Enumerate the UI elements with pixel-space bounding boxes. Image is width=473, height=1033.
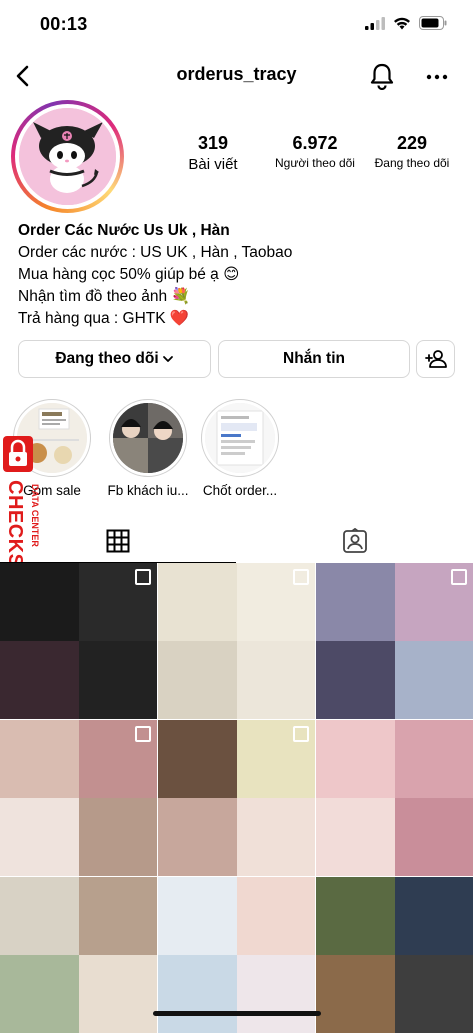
status-bar: 00:13: [0, 0, 473, 50]
post-collage-tile: [79, 641, 158, 719]
post-thumbnail[interactable]: [0, 563, 157, 719]
post-collage-tile: [237, 877, 316, 955]
post-collage-tile: [158, 798, 237, 876]
following-button-label: Đang theo dõi: [55, 350, 158, 368]
post-collage-tile: [237, 641, 316, 719]
post-collage-tile: [316, 641, 395, 719]
post-collage-tile: [158, 720, 237, 798]
multiple-photos-icon: [451, 569, 467, 585]
status-time: 00:13: [40, 14, 88, 35]
post-collage-tile: [0, 798, 79, 876]
multiple-photos-icon: [135, 726, 151, 742]
post-collage-tile: [395, 798, 473, 876]
post-collage-tile: [316, 955, 395, 1033]
stat-followers[interactable]: 6.972 Người theo dõi: [266, 133, 364, 173]
post-collage-tile: [158, 641, 237, 719]
post-thumbnail[interactable]: [316, 563, 473, 719]
cellular-signal-icon: [365, 17, 385, 30]
post-collage-tile: [395, 955, 473, 1033]
post-collage-tile: [395, 720, 473, 798]
tab-posts-grid[interactable]: [0, 518, 236, 564]
watermark-lock-icon: [3, 436, 33, 472]
post-collage-tile: [158, 563, 237, 641]
multiple-photos-icon: [135, 569, 151, 585]
following-count: 229: [364, 133, 460, 154]
status-icons: [365, 16, 447, 30]
profile-username: orderus_tracy: [0, 64, 473, 85]
multiple-photos-icon: [293, 569, 309, 585]
followers-label: Người theo dõi: [266, 156, 364, 170]
posts-label: Bài viết: [160, 156, 266, 173]
message-button-label: Nhắn tin: [283, 350, 345, 368]
post-thumbnail[interactable]: [0, 877, 157, 1033]
highlight-cover-image: [113, 403, 183, 473]
profile-header: orderus_tracy: [0, 50, 473, 102]
highlight-chot-order[interactable]: Chốt order...: [196, 399, 284, 498]
highlight-cover-image: [205, 403, 275, 473]
post-collage-tile: [316, 720, 395, 798]
post-thumbnail[interactable]: [158, 563, 315, 719]
profile-bio: Order Các Nước Us Uk , Hàn Order các nướ…: [18, 220, 458, 330]
post-collage-tile: [79, 877, 158, 955]
notification-bell-icon[interactable]: [369, 62, 395, 90]
add-person-icon: [425, 349, 447, 369]
post-collage-tile: [79, 955, 158, 1033]
wifi-icon: [393, 17, 411, 30]
grid-icon: [106, 529, 130, 553]
post-collage-tile: [0, 720, 79, 798]
profile-tabs: [0, 518, 473, 564]
post-collage-tile: [0, 877, 79, 955]
home-indicator: [153, 1011, 321, 1016]
stat-following[interactable]: 229 Đang theo dõi: [364, 133, 460, 173]
post-collage-tile: [237, 955, 316, 1033]
posts-grid: [0, 563, 473, 1024]
post-collage-tile: [158, 955, 237, 1033]
profile-display-name: Order Các Nước Us Uk , Hàn: [18, 220, 458, 242]
highlight-label: Chốt order...: [196, 483, 284, 498]
following-label: Đang theo dõi: [364, 156, 460, 170]
post-collage-tile: [316, 798, 395, 876]
post-thumbnail[interactable]: [158, 877, 315, 1033]
stat-posts[interactable]: 319 Bài viết: [160, 133, 266, 173]
followers-count: 6.972: [266, 133, 364, 154]
highlight-fb-khach-iu[interactable]: Fb khách iu...: [104, 399, 192, 498]
more-options-icon[interactable]: [424, 64, 450, 90]
post-collage-tile: [395, 641, 473, 719]
post-collage-tile: [0, 563, 79, 641]
post-collage-tile: [79, 798, 158, 876]
post-thumbnail[interactable]: [316, 720, 473, 876]
chevron-down-icon: [162, 354, 174, 364]
bio-line: Trả hàng qua : GHTK ❤️: [18, 308, 458, 330]
highlight-label: Fb khách iu...: [104, 483, 192, 498]
post-collage-tile: [237, 798, 316, 876]
multiple-photos-icon: [293, 726, 309, 742]
tab-tagged[interactable]: [236, 518, 473, 564]
post-collage-tile: [395, 877, 473, 955]
message-button[interactable]: Nhắn tin: [218, 340, 410, 378]
post-collage-tile: [0, 955, 79, 1033]
post-collage-tile: [316, 563, 395, 641]
post-collage-tile: [158, 877, 237, 955]
battery-icon: [419, 16, 447, 30]
profile-avatar-story-ring[interactable]: [11, 100, 124, 213]
bio-line: Order các nước : US UK , Hàn , Taobao: [18, 242, 458, 264]
post-collage-tile: [0, 641, 79, 719]
posts-count: 319: [160, 133, 266, 154]
kuromi-character-image: [19, 108, 116, 205]
post-thumbnail[interactable]: [316, 877, 473, 1033]
suggested-people-button[interactable]: [416, 340, 455, 378]
bio-line: Nhận tìm đồ theo ảnh 💐: [18, 286, 458, 308]
tagged-user-icon: [342, 528, 368, 554]
following-dropdown-button[interactable]: Đang theo dõi: [18, 340, 211, 378]
post-thumbnail[interactable]: [0, 720, 157, 876]
post-collage-tile: [316, 877, 395, 955]
profile-stats: 319 Bài viết 6.972 Người theo dõi 229 Đa…: [160, 133, 465, 173]
post-thumbnail[interactable]: [158, 720, 315, 876]
avatar: [19, 108, 116, 205]
bio-line: Mua hàng cọc 50% giúp bé ạ 😊: [18, 264, 458, 286]
